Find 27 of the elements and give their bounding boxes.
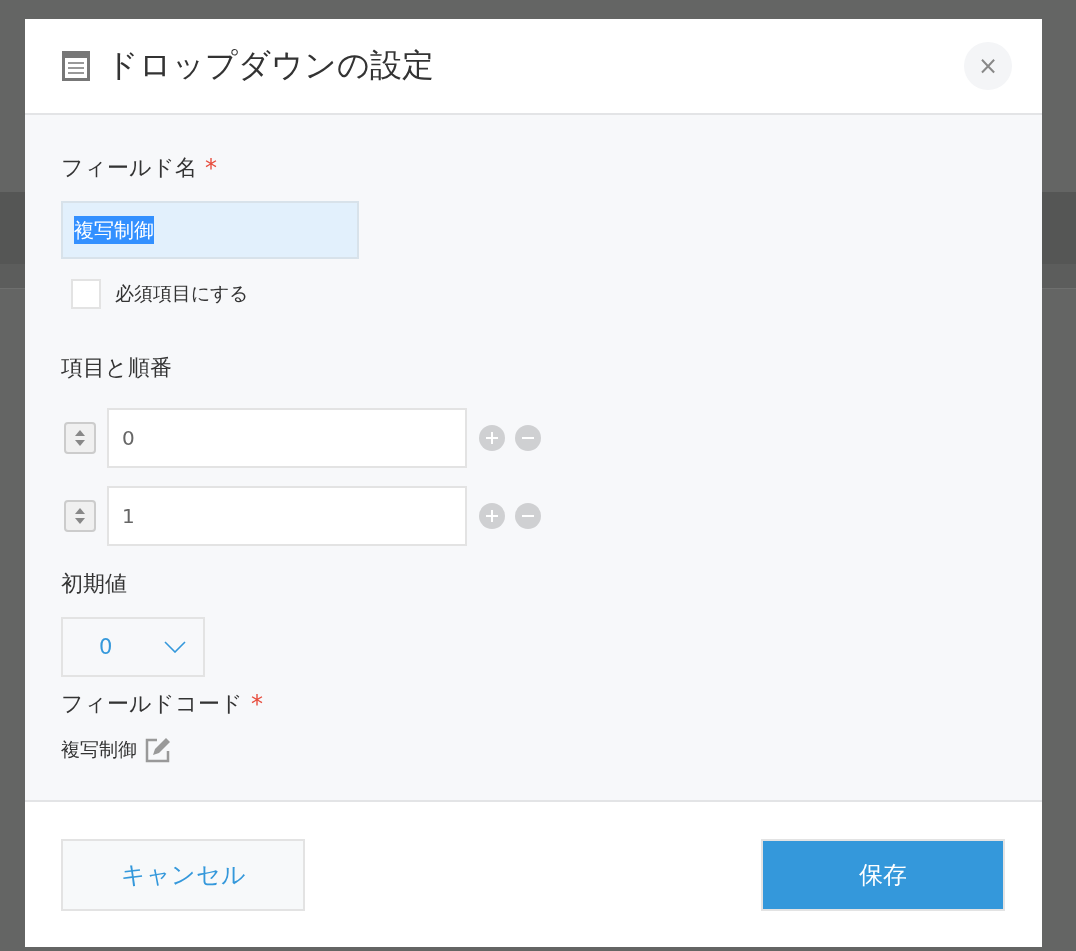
edit-icon <box>143 735 173 765</box>
reorder-handle[interactable] <box>64 422 96 454</box>
input-field[interactable]: 1 <box>107 486 467 546</box>
required-mark: * <box>251 690 263 718</box>
add-icon <box>479 503 505 529</box>
checkbox-label: 必須項目にする <box>115 281 248 306</box>
dropdown-value: 0 <box>99 635 113 659</box>
field-code: 複写制御 <box>61 737 137 762</box>
save-button[interactable]: 保存 <box>761 838 1005 911</box>
field-label: フィールドコード <box>61 690 243 718</box>
remove-icon <box>515 503 541 529</box>
input-field[interactable]: 0 <box>107 408 467 468</box>
chevron-down-icon <box>164 641 186 653</box>
list-form-icon <box>62 51 90 81</box>
dropdown[interactable]: 0 <box>61 617 205 677</box>
add-icon <box>479 425 505 451</box>
field-label: 初期値 <box>61 570 127 598</box>
close-button[interactable]: × <box>964 42 1012 90</box>
checkbox[interactable] <box>71 279 101 309</box>
remove-icon <box>515 425 541 451</box>
input-field[interactable]: 複写制御 <box>61 201 359 259</box>
reorder-handle[interactable] <box>64 500 96 532</box>
cancel-button[interactable]: キャンセル <box>61 838 305 911</box>
required-mark: * <box>205 154 217 182</box>
field-label: フィールド名 <box>61 154 197 182</box>
dialog-title: ドロップダウンの設定 <box>106 45 435 86</box>
field-label: 項目と順番 <box>61 354 172 382</box>
